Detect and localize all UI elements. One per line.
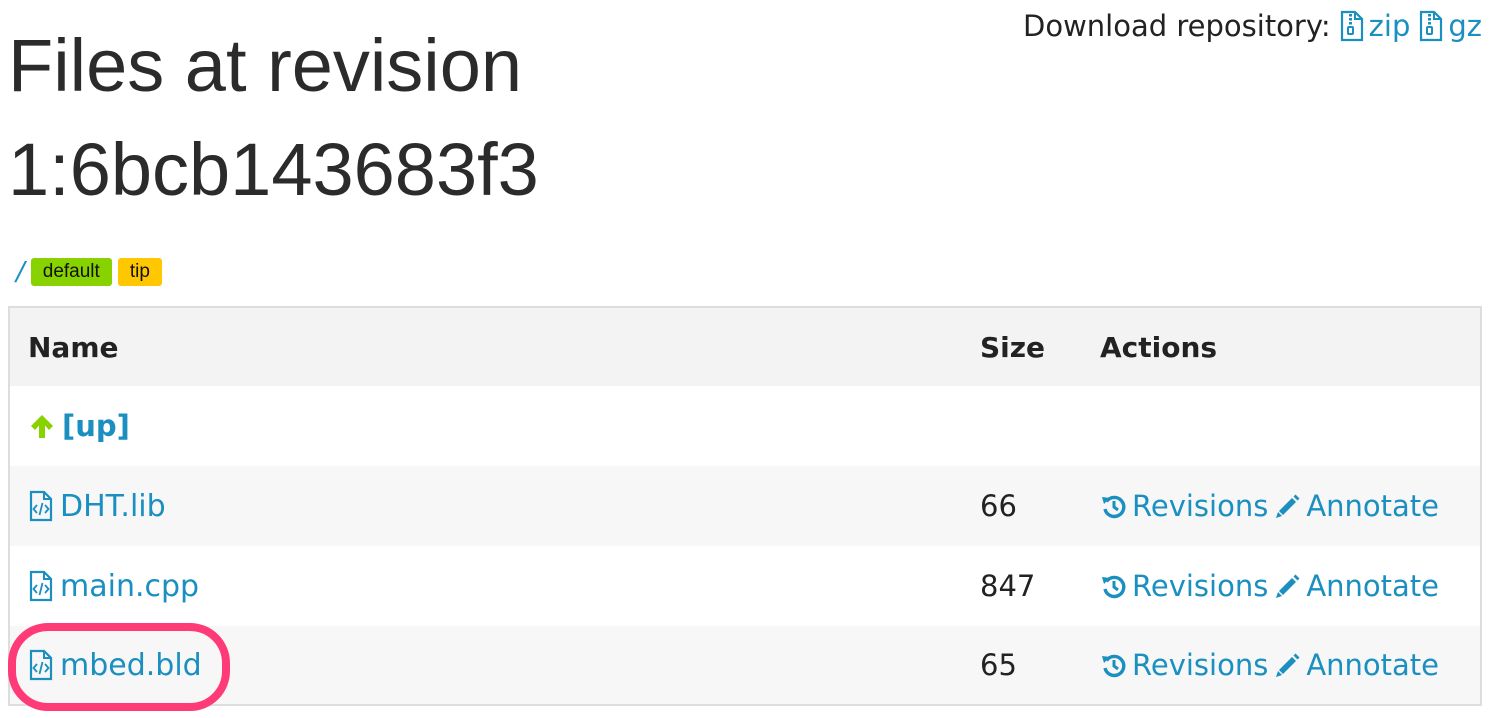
gz-file-icon (1420, 10, 1443, 42)
revision-id: 1:6bcb143683f3 (8, 128, 539, 211)
revisions-link[interactable]: Revisions (1100, 648, 1268, 682)
breadcrumb-root[interactable]: / (16, 257, 25, 287)
table-header: Name Size Actions (10, 308, 1480, 386)
header-actions: Actions (1100, 330, 1218, 364)
annotate-link[interactable]: Annotate (1274, 648, 1439, 682)
download-gz-link[interactable]: gz (1418, 6, 1482, 46)
history-icon (1102, 575, 1126, 599)
file-link[interactable]: main.cpp (28, 569, 199, 604)
table-row-up: [up] (10, 386, 1480, 466)
pencil-icon (1276, 653, 1300, 677)
branch-badge: default (30, 258, 112, 286)
zip-label: zip (1368, 9, 1411, 43)
revisions-label: Revisions (1132, 648, 1269, 682)
download-repository: Download repository: zip gz (1023, 6, 1482, 46)
table-row: main.cpp 847 Revisions Annotate (10, 546, 1480, 626)
revisions-label: Revisions (1132, 489, 1269, 523)
annotate-label: Annotate (1306, 569, 1440, 603)
revisions-link[interactable]: Revisions (1100, 569, 1268, 603)
up-label: [up] (62, 409, 130, 443)
header-name: Name (28, 330, 119, 364)
table-row: mbed.bld 65 Revisions Annotate (10, 626, 1480, 704)
arrow-up-icon (31, 415, 53, 438)
files-table: Name Size Actions [up] DHT.lib 66 Revisi… (8, 306, 1482, 706)
table-row: DHT.lib 66 Revisions Annotate (10, 466, 1480, 546)
revisions-link[interactable]: Revisions (1100, 489, 1268, 523)
pencil-icon (1276, 494, 1300, 518)
file-size: 65 (980, 648, 1017, 682)
breadcrumb: / default tip (16, 257, 168, 287)
file-name: DHT.lib (60, 488, 166, 524)
file-name: main.cpp (60, 568, 200, 604)
header-size: Size (980, 330, 1046, 364)
history-icon (1102, 654, 1126, 678)
file-size: 66 (980, 489, 1017, 523)
file-size: 847 (980, 569, 1036, 603)
annotate-label: Annotate (1306, 648, 1440, 682)
file-link[interactable]: mbed.bld (28, 648, 202, 683)
revisions-label: Revisions (1132, 569, 1269, 603)
file-link[interactable]: DHT.lib (28, 489, 166, 524)
pencil-icon (1276, 574, 1300, 598)
code-file-icon (29, 490, 53, 522)
annotate-link[interactable]: Annotate (1274, 489, 1439, 523)
download-zip-link[interactable]: zip (1339, 6, 1411, 46)
gz-label: gz (1448, 9, 1482, 43)
up-link[interactable]: [up] (28, 409, 130, 443)
tag-badge: tip (117, 258, 162, 286)
code-file-icon (29, 570, 53, 602)
annotate-link[interactable]: Annotate (1274, 569, 1439, 603)
title-line-1: Files at revision (8, 24, 523, 107)
page-title: Files at revision 1:6bcb143683f3 (8, 14, 928, 222)
download-label: Download repository: (1023, 9, 1331, 43)
annotate-label: Annotate (1306, 489, 1440, 523)
history-icon (1102, 495, 1126, 519)
zip-file-icon (1340, 10, 1363, 42)
code-file-icon (29, 649, 53, 681)
file-name: mbed.bld (60, 647, 202, 683)
